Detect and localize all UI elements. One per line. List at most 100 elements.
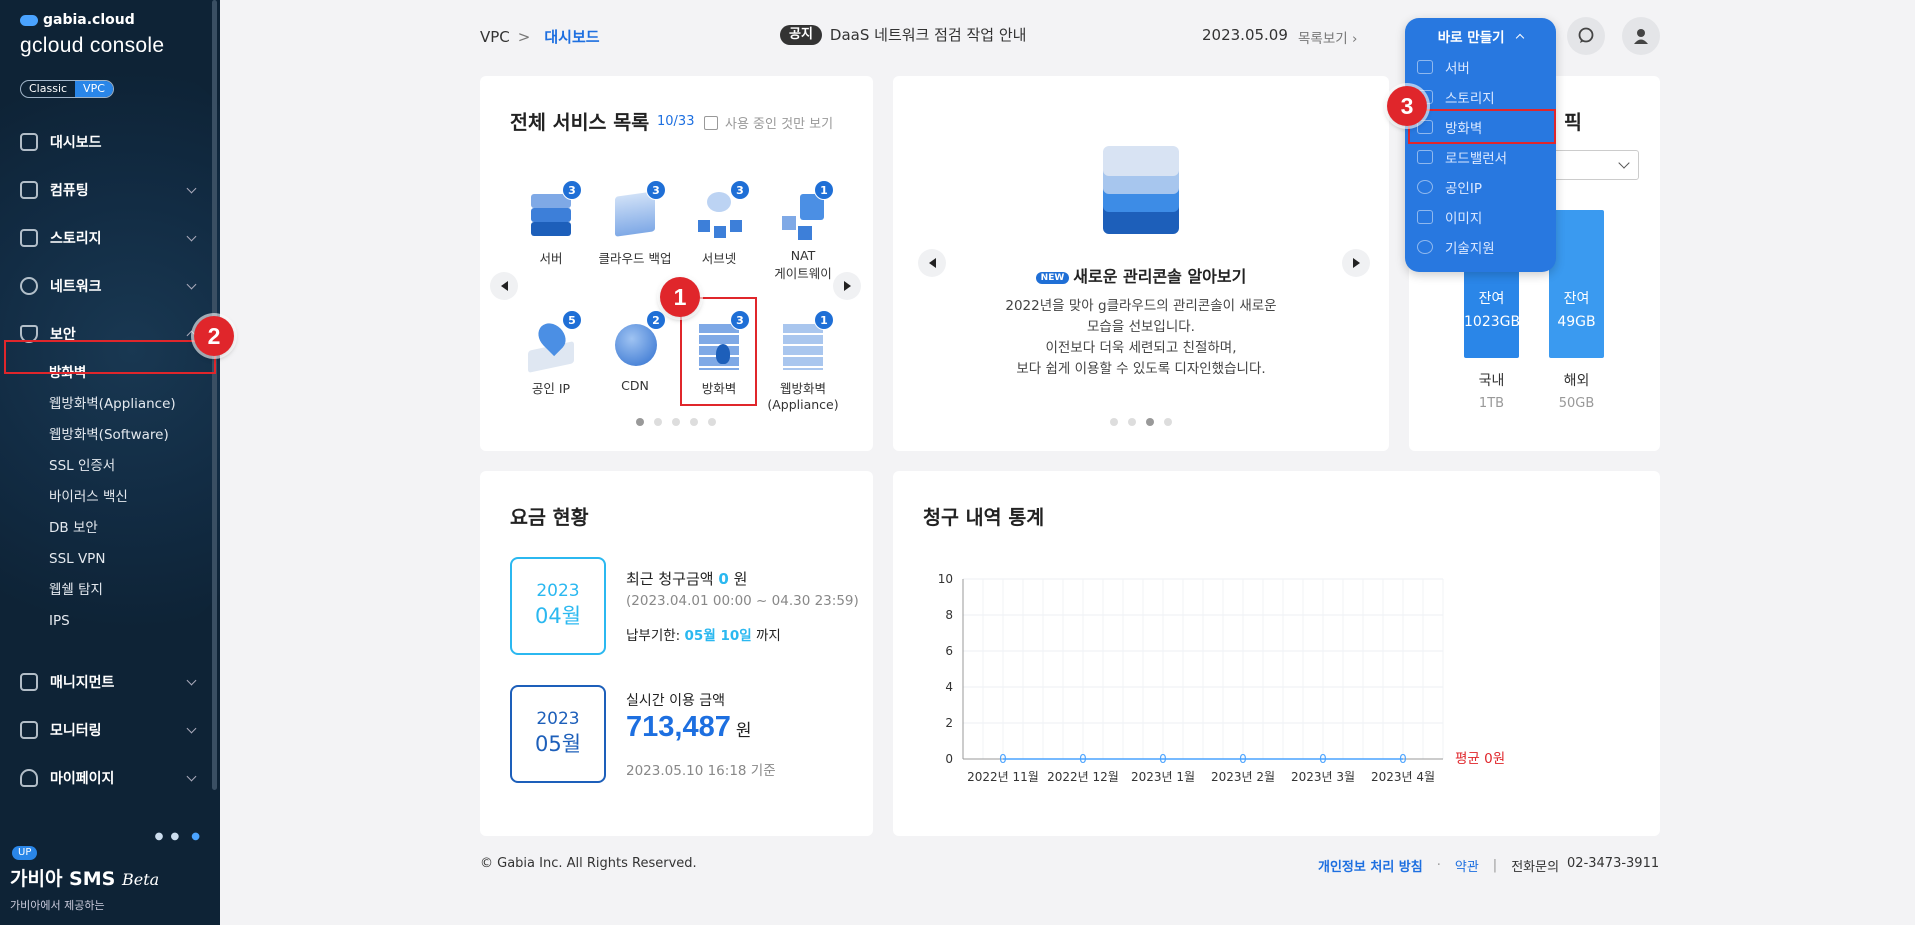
nav-label: 매니지먼트 [50, 675, 115, 691]
service-count-badge: 3 [730, 180, 750, 200]
quick-load-balancer[interactable]: 로드밸런서 [1417, 144, 1507, 170]
quick-server[interactable]: 서버 [1417, 54, 1470, 80]
quick-storage[interactable]: 스토리지 [1417, 84, 1495, 110]
profile-button[interactable] [1622, 17, 1660, 55]
promo-line: 이전보다 더욱 세련되고 친절하며, [1045, 340, 1237, 356]
promo-line: 보다 쉽게 이용할 수 있도록 디자인했습니다. [1016, 361, 1266, 377]
service-subnet[interactable]: 3 서브넷 [679, 180, 759, 267]
terms-link[interactable]: 약관 [1455, 856, 1479, 875]
recent-period: (2023.04.01 00:00 ~ 04.30 23:59) [626, 593, 859, 609]
service-server[interactable]: 3 서버 [511, 180, 591, 267]
chevron-down-icon [186, 183, 197, 194]
crumb-vpc[interactable]: VPC [480, 28, 510, 46]
service-waf-appliance[interactable]: 1 웹방화벽 (Appliance) [763, 310, 843, 412]
data-label: 0 [1239, 752, 1247, 766]
page-dot[interactable] [1146, 418, 1154, 426]
sidebar: gabia.cloud gcloud console Classic VPC 대… [0, 0, 220, 925]
x-tick-label: 2023년 1월 [1131, 770, 1195, 784]
privacy-link[interactable]: 개인정보 처리 방침 [1318, 856, 1423, 875]
user-icon [1634, 29, 1648, 44]
quick-image[interactable]: 이미지 [1417, 204, 1482, 230]
sub-db-security[interactable]: DB 보안 [0, 513, 220, 544]
data-label: 0 [1399, 752, 1407, 766]
breadcrumb: VPC > 대시보드 [480, 26, 600, 47]
services-pagination[interactable] [636, 418, 716, 426]
y-tick-label: 4 [945, 680, 953, 694]
page-dot[interactable] [672, 418, 680, 426]
sub-ssl-vpn[interactable]: SSL VPN [0, 544, 220, 575]
sub-webshell[interactable]: 웹쉘 탐지 [0, 575, 220, 606]
data-label: 0 [1319, 752, 1327, 766]
page-dot[interactable] [1164, 418, 1172, 426]
page-dot[interactable] [1128, 418, 1136, 426]
sub-ips[interactable]: IPS [0, 606, 220, 637]
mode-classic[interactable]: Classic [21, 81, 75, 97]
realtime-month: 05월 [534, 732, 582, 756]
sub-waf-software[interactable]: 웹방화벽(Software) [0, 420, 220, 451]
crumb-separator: > [517, 28, 531, 46]
brand-logo[interactable]: gabia.cloud [20, 12, 135, 28]
service-count-badge: 3 [646, 180, 666, 200]
storage-icon [20, 229, 38, 247]
brand-top-text: gabia.cloud [43, 12, 135, 28]
service-nat-gateway[interactable]: 1 NAT 게이트웨이 [763, 180, 843, 282]
x-tick-label: 2023년 3월 [1291, 770, 1355, 784]
backup-icon: 3 [610, 180, 666, 244]
notice-text[interactable]: DaaS 네트워크 점검 작업 안내 [830, 24, 1027, 45]
nat-gateway-icon: 1 [778, 180, 834, 244]
realtime-amount: 713,487 [626, 711, 731, 743]
chevron-down-icon [186, 231, 197, 242]
image-icon [1417, 210, 1433, 224]
sub-ssl-cert[interactable]: SSL 인증서 [0, 451, 220, 482]
service-cloud-backup[interactable]: 3 클라우드 백업 [595, 180, 675, 267]
public-ip-icon: 5 [526, 310, 582, 374]
services-title: 전체 서비스 목록 [510, 111, 650, 134]
mode-toggle[interactable]: Classic VPC [20, 80, 114, 98]
traffic-domestic-label: 국내 [1478, 373, 1505, 389]
promo-pagination[interactable] [1110, 418, 1172, 426]
monitor-icon [20, 721, 38, 739]
chat-button[interactable] [1567, 17, 1605, 55]
nav-management[interactable]: 매니지먼트 [0, 658, 220, 706]
nav-label: 모니터링 [50, 723, 102, 739]
realtime-basis: 2023.05.10 16:18 기준 [626, 763, 776, 779]
server-icon [1417, 60, 1433, 74]
promo-heading[interactable]: NEW 새로운 관리콘솔 알아보기 [893, 263, 1389, 287]
mode-vpc[interactable]: VPC [75, 81, 113, 97]
checkbox-icon[interactable] [704, 115, 718, 130]
banner-dots[interactable]: ● ● ● [155, 831, 202, 842]
server-icon: 3 [526, 180, 582, 244]
quick-support[interactable]: 기술지원 [1417, 234, 1495, 260]
nav-label: 대시보드 [50, 135, 102, 151]
arrow-left-icon [500, 281, 508, 291]
notice[interactable]: 공지 DaaS 네트워크 점검 작업 안내 [780, 24, 1026, 45]
quick-create-button[interactable]: 바로 만들기 [1405, 26, 1556, 46]
recent-amount-line: 최근 청구금액 0 원 [626, 570, 748, 588]
page-dot[interactable] [1110, 418, 1118, 426]
page-dot[interactable] [636, 418, 644, 426]
brand-title[interactable]: gcloud console [20, 34, 164, 58]
quick-public-ip[interactable]: 공인IP [1417, 174, 1482, 200]
page-dot[interactable] [690, 418, 698, 426]
page-dot[interactable] [708, 418, 716, 426]
nav-computing[interactable]: 컴퓨팅 [0, 166, 220, 214]
sub-waf-appliance[interactable]: 웹방화벽(Appliance) [0, 389, 220, 420]
page-dot[interactable] [654, 418, 662, 426]
sub-antivirus[interactable]: 바이러스 백신 [0, 482, 220, 513]
chevron-down-icon [186, 771, 197, 782]
services-prev-button[interactable] [490, 272, 518, 300]
highlight-service-firewall [680, 297, 757, 406]
notice-more-link[interactable]: 목록보기 › [1298, 27, 1357, 47]
promo-illustration [1103, 146, 1179, 240]
nav-mypage[interactable]: 마이페이지 [0, 754, 220, 802]
user-icon [20, 769, 38, 787]
nav-network[interactable]: 네트워크 [0, 262, 220, 310]
nav-monitoring[interactable]: 모니터링 [0, 706, 220, 754]
filter-checkbox[interactable]: 사용 중인 것만 보기 [704, 113, 833, 132]
service-public-ip[interactable]: 5 공인 IP [511, 310, 591, 397]
service-cdn[interactable]: 2 CDN [595, 310, 675, 393]
sms-banner[interactable]: ● ● ● UP 가비아 SMS Beta 가비아에서 제공하는 [10, 831, 220, 925]
nav-storage[interactable]: 스토리지 [0, 214, 220, 262]
data-label: 0 [1079, 752, 1087, 766]
nav-dashboard[interactable]: 대시보드 [0, 118, 220, 166]
